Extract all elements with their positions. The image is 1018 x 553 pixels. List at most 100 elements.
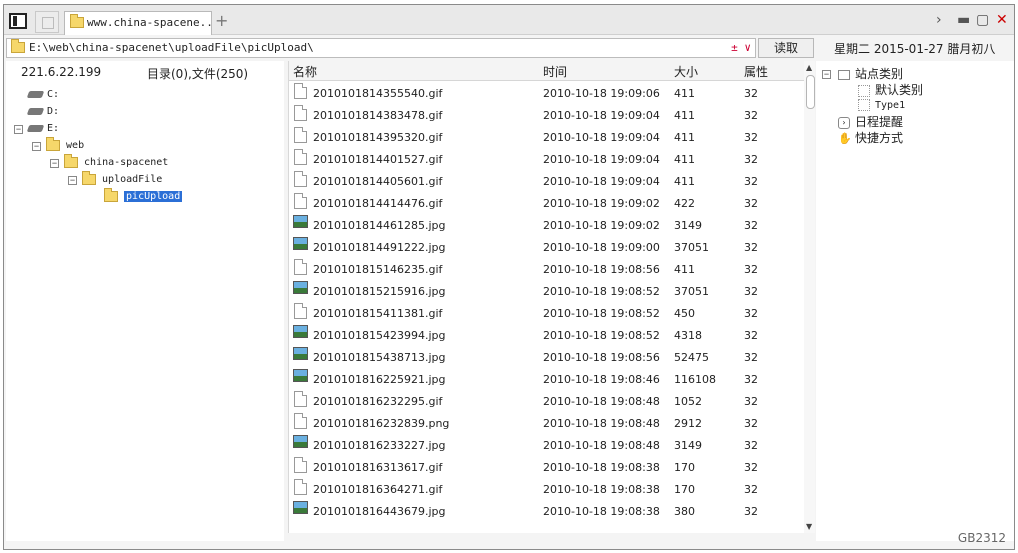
file-icon bbox=[294, 457, 307, 473]
collapse-china-spacenet-icon[interactable]: − bbox=[50, 159, 59, 168]
file-size: 170 bbox=[674, 483, 695, 496]
scroll-down-icon[interactable]: ▼ bbox=[806, 522, 812, 531]
file-row[interactable]: 2010101815423994.jpg 2010-10-18 19:08:52 4… bbox=[289, 325, 804, 347]
file-icon bbox=[294, 391, 307, 407]
tab-bar: www.china-spacene... + › ▬ ▢ ✕ bbox=[4, 5, 1014, 35]
type1-node[interactable]: Type1 bbox=[858, 98, 905, 114]
vertical-scrollbar[interactable]: ▲ ▼ bbox=[804, 61, 815, 533]
maximize-icon[interactable]: ▢ bbox=[976, 12, 989, 28]
file-list-pane: 名称 时间 大小 属性 2010101814355540.gif 2010-10-… bbox=[288, 61, 815, 533]
column-name[interactable]: 名称 bbox=[293, 63, 317, 80]
file-time: 2010-10-18 19:08:56 bbox=[543, 263, 660, 276]
tree-node-uploadfile[interactable]: uploadFile bbox=[82, 170, 162, 188]
file-row[interactable]: 2010101814395320.gif 2010-10-18 19:09:04 4… bbox=[289, 127, 804, 149]
file-row[interactable]: 2010101815411381.gif 2010-10-18 19:08:52 4… bbox=[289, 303, 804, 325]
folder-open-icon bbox=[104, 187, 118, 202]
file-time: 2010-10-18 19:08:38 bbox=[543, 461, 660, 474]
file-name: 2010101816364271.gif bbox=[313, 483, 443, 496]
category-item-icon bbox=[858, 84, 870, 97]
blank-tab-button[interactable] bbox=[35, 11, 59, 33]
new-tab-icon[interactable]: + bbox=[215, 11, 228, 30]
file-row[interactable]: 2010101816233227.jpg 2010-10-18 19:08:48 3… bbox=[289, 435, 804, 457]
file-row[interactable]: 2010101814491222.jpg 2010-10-18 19:09:00 3… bbox=[289, 237, 804, 259]
tree-node-web[interactable]: web bbox=[46, 136, 84, 154]
file-row[interactable]: 2010101816313617.gif 2010-10-18 19:08:38 1… bbox=[289, 457, 804, 479]
tab-browser[interactable]: www.china-spacene... bbox=[64, 11, 212, 35]
file-row[interactable]: 2010101816232295.gif 2010-10-18 19:08:48 1… bbox=[289, 391, 804, 413]
file-row[interactable]: 2010101816232839.png 2010-10-18 19:08:48 2… bbox=[289, 413, 804, 435]
file-attr: 32 bbox=[744, 461, 758, 474]
file-size: 422 bbox=[674, 197, 695, 210]
file-size: 380 bbox=[674, 505, 695, 518]
collapse-web-icon[interactable]: − bbox=[32, 142, 41, 151]
hand-icon: ✋ bbox=[838, 131, 852, 145]
chevron-right-icon[interactable]: › bbox=[936, 12, 942, 28]
image-file-icon bbox=[293, 325, 308, 338]
file-size: 170 bbox=[674, 461, 695, 474]
category-icon bbox=[838, 69, 850, 80]
image-file-icon bbox=[293, 347, 308, 360]
minimize-icon[interactable]: ▬ bbox=[957, 12, 970, 28]
app-window: www.china-spacene... + › ▬ ▢ ✕ E:\web\ch… bbox=[3, 4, 1015, 550]
file-name: 2010101816232839.png bbox=[313, 417, 450, 430]
file-row[interactable]: 2010101815215916.jpg 2010-10-18 19:08:52 3… bbox=[289, 281, 804, 303]
file-size: 2912 bbox=[674, 417, 702, 430]
tree-node-china-spacenet[interactable]: china-spacenet bbox=[64, 153, 168, 171]
collapse-e-icon[interactable]: − bbox=[14, 125, 23, 134]
tree-node-picupload[interactable]: picUpload bbox=[104, 187, 183, 205]
file-row[interactable]: 2010101816364271.gif 2010-10-18 19:08:38 1… bbox=[289, 479, 804, 501]
file-icon bbox=[294, 83, 307, 99]
default-category-node[interactable]: 默认类别 bbox=[858, 82, 923, 98]
close-icon[interactable]: ✕ bbox=[996, 12, 1008, 28]
sidebar-toggle-icon[interactable] bbox=[9, 13, 27, 29]
collapse-uploadfile-icon[interactable]: − bbox=[68, 176, 77, 185]
file-size: 37051 bbox=[674, 285, 709, 298]
column-attr[interactable]: 属性 bbox=[744, 63, 768, 80]
category-item-icon bbox=[858, 99, 870, 111]
site-category-node[interactable]: 站点类别 bbox=[838, 66, 903, 82]
file-time: 2010-10-18 19:09:04 bbox=[543, 153, 660, 166]
file-icon bbox=[294, 149, 307, 165]
address-bar[interactable]: E:\web\china-spacenet\uploadFile\picUplo… bbox=[6, 38, 756, 58]
scroll-thumb[interactable] bbox=[806, 75, 815, 109]
scroll-up-icon[interactable]: ▲ bbox=[806, 63, 812, 72]
column-time[interactable]: 时间 bbox=[543, 63, 567, 80]
file-name: 2010101815215916.jpg bbox=[313, 285, 446, 298]
schedule-reminder-node[interactable]: › 日程提醒 bbox=[838, 114, 903, 130]
file-size: 411 bbox=[674, 87, 695, 100]
file-time: 2010-10-18 19:08:52 bbox=[543, 285, 660, 298]
file-time: 2010-10-18 19:09:04 bbox=[543, 131, 660, 144]
file-row[interactable]: 2010101814405601.gif 2010-10-18 19:09:04 4… bbox=[289, 171, 804, 193]
file-attr: 32 bbox=[744, 263, 758, 276]
file-row[interactable]: 2010101814355540.gif 2010-10-18 19:09:06 4… bbox=[289, 83, 804, 105]
file-attr: 32 bbox=[744, 307, 758, 320]
image-file-icon bbox=[293, 369, 308, 382]
file-size: 3149 bbox=[674, 219, 702, 232]
read-button[interactable]: 读取 bbox=[758, 38, 814, 58]
tree-node-c[interactable]: C: bbox=[26, 87, 59, 103]
file-attr: 32 bbox=[744, 219, 758, 232]
file-attr: 32 bbox=[744, 109, 758, 122]
column-size[interactable]: 大小 bbox=[674, 63, 698, 80]
file-row[interactable]: 2010101815146235.gif 2010-10-18 19:08:56 4… bbox=[289, 259, 804, 281]
file-row[interactable]: 2010101814461285.jpg 2010-10-18 19:09:02 3… bbox=[289, 215, 804, 237]
file-attr: 32 bbox=[744, 131, 758, 144]
file-time: 2010-10-18 19:08:52 bbox=[543, 307, 660, 320]
file-name: 2010101815423994.jpg bbox=[313, 329, 446, 342]
file-row[interactable]: 2010101814414476.gif 2010-10-18 19:09:02 4… bbox=[289, 193, 804, 215]
file-time: 2010-10-18 19:08:48 bbox=[543, 395, 660, 408]
dir-count: 目录(0),文件(250) bbox=[147, 67, 249, 81]
file-row[interactable]: 2010101814383478.gif 2010-10-18 19:09:04 4… bbox=[289, 105, 804, 127]
file-row[interactable]: 2010101815438713.jpg 2010-10-18 19:08:56 5… bbox=[289, 347, 804, 369]
schedule-icon: › bbox=[838, 116, 850, 129]
file-row[interactable]: 2010101816443679.jpg 2010-10-18 19:08:38 3… bbox=[289, 501, 804, 523]
shortcuts-node[interactable]: ✋ 快捷方式 bbox=[838, 130, 903, 146]
tree-node-d[interactable]: D: bbox=[26, 104, 59, 120]
file-row[interactable]: 2010101814401527.gif 2010-10-18 19:09:04 4… bbox=[289, 149, 804, 171]
file-name: 2010101814405601.gif bbox=[313, 175, 443, 188]
tree-node-e[interactable]: E: bbox=[26, 121, 59, 137]
address-dropdown-icon[interactable]: ± ∨ bbox=[731, 39, 751, 57]
collapse-site-category-icon[interactable]: − bbox=[822, 70, 831, 79]
file-attr: 32 bbox=[744, 351, 758, 364]
file-row[interactable]: 2010101816225921.jpg 2010-10-18 19:08:46 1… bbox=[289, 369, 804, 391]
